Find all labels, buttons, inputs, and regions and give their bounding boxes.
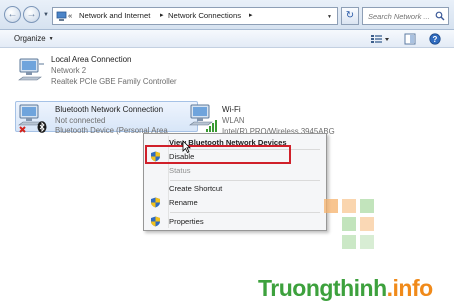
bluetooth-icon	[37, 121, 47, 133]
menu-item-label: Rename	[169, 198, 198, 207]
menu-item-properties[interactable]: Properties	[147, 215, 323, 228]
breadcrumb-network-connections[interactable]: Network Connections	[168, 11, 241, 20]
organize-label: Organize	[14, 34, 46, 43]
command-bar: Organize ▼ ?	[0, 30, 454, 48]
refresh-icon[interactable]: ↻	[341, 7, 359, 25]
menu-item-label: Create Shortcut	[169, 184, 223, 193]
breadcrumb-overflow[interactable]: «	[68, 11, 72, 20]
uac-shield-icon	[151, 151, 160, 162]
connection-device: Realtek PCIe GBE Family Controller	[51, 77, 177, 86]
connection-item-local-area[interactable]: Local Area Connection Network 2 Realtek …	[16, 53, 216, 89]
connection-name: Bluetooth Network Connection	[55, 105, 164, 114]
recent-pages-dropdown[interactable]: ▼	[43, 12, 49, 18]
watermark-name: Truongthinh	[258, 275, 387, 301]
mouse-cursor-icon	[182, 140, 191, 153]
menu-item-rename[interactable]: Rename	[147, 196, 323, 209]
menu-item-create-shortcut[interactable]: Create Shortcut	[147, 182, 323, 195]
address-history-chevron-down-icon[interactable]: ▼	[327, 14, 332, 20]
menu-item-label: Disable	[169, 152, 195, 161]
network-connections-icon	[56, 11, 67, 21]
uac-shield-icon	[151, 216, 160, 227]
uac-shield-icon	[151, 197, 160, 208]
menu-separator	[170, 212, 320, 213]
wifi-signal-icon	[206, 120, 217, 132]
back-arrow-icon[interactable]: ←	[4, 6, 21, 23]
view-options-icon[interactable]	[370, 33, 390, 45]
organize-button[interactable]: Organize ▼	[14, 34, 54, 43]
connection-status: WLAN	[222, 116, 245, 125]
watermark-tld: info	[392, 275, 434, 301]
connection-status: Network 2	[51, 66, 87, 75]
chevron-down-icon: ▼	[48, 35, 54, 42]
breadcrumb-separator-icon[interactable]: ▸	[249, 11, 253, 19]
connection-status: Not connected	[55, 116, 106, 125]
menu-item-label: Status	[169, 166, 191, 175]
connection-name: Wi-Fi	[222, 105, 241, 114]
preview-pane-icon[interactable]	[404, 33, 416, 45]
search-icon[interactable]	[435, 11, 445, 21]
help-icon[interactable]: ?	[429, 33, 441, 45]
breadcrumb-network-and-internet[interactable]: Network and Internet	[79, 11, 150, 20]
breadcrumb-separator-icon[interactable]: ▸	[160, 11, 164, 19]
menu-item-label: Properties	[169, 217, 204, 226]
search-box[interactable]	[362, 7, 449, 25]
context-menu: View Bluetooth Network Devices Disable S…	[143, 133, 327, 231]
watermark-logo	[324, 199, 374, 249]
address-toolbar: ← → ▼ « Network and Internet ▸ Network C…	[0, 0, 454, 30]
network-adapter-icon	[18, 58, 44, 81]
menu-item-disable[interactable]: Disable	[147, 150, 323, 163]
connection-item-wifi[interactable]: Wi-Fi WLAN Intel(R) PRO/Wireless 3945ABG	[186, 101, 454, 136]
forward-arrow-icon[interactable]: →	[23, 6, 40, 23]
svg-text:?: ?	[433, 35, 438, 44]
search-input[interactable]	[368, 9, 438, 24]
watermark-text: Truongthinh.info	[258, 275, 433, 302]
connection-name: Local Area Connection	[51, 55, 132, 64]
menu-item-status[interactable]: Status	[147, 164, 323, 177]
connection-item-bluetooth[interactable]: Bluetooth Network Connection Not connect…	[15, 101, 200, 135]
address-bar[interactable]: « Network and Internet ▸ Network Connect…	[52, 7, 338, 25]
menu-separator	[170, 180, 320, 181]
menu-item-view-bluetooth-devices[interactable]: View Bluetooth Network Devices	[147, 136, 323, 149]
